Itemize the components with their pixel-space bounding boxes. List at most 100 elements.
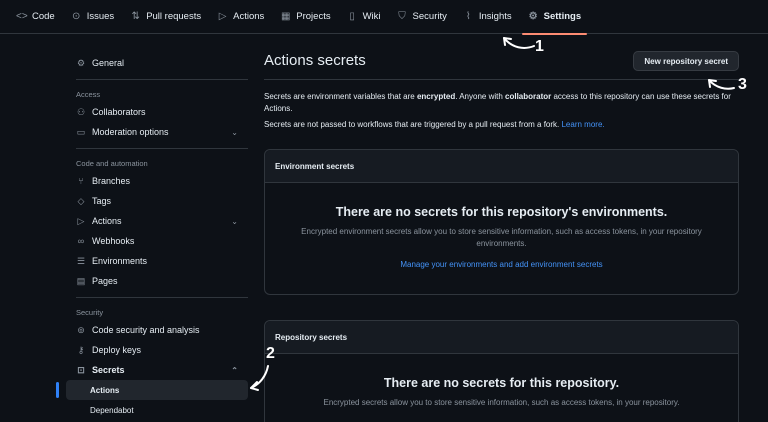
gear-icon: ⚙ bbox=[76, 57, 86, 68]
sidebar-item-moderation[interactable]: ▭ Moderation options ⌄ bbox=[66, 122, 248, 142]
annotation-arrow-2 bbox=[250, 365, 269, 391]
sidebar-item-label: Secrets bbox=[92, 365, 125, 375]
sidebar-item-collaborators[interactable]: ⚇ Collaborators bbox=[66, 102, 248, 122]
tab-projects[interactable]: ▦ Projects bbox=[272, 0, 338, 34]
chevron-down-icon[interactable]: ⌄ bbox=[231, 217, 238, 226]
environment-secrets-box: Environment secrets There are no secrets… bbox=[264, 149, 739, 295]
codescan-icon: ⊚ bbox=[77, 324, 85, 335]
desc-emphasis: encrypted bbox=[416, 92, 456, 101]
wiki-icon: ▯ bbox=[349, 11, 355, 22]
projects-icon: ▦ bbox=[281, 11, 291, 22]
annotation-arrow-1 bbox=[503, 37, 535, 49]
tab-code[interactable]: <> Code bbox=[8, 0, 63, 34]
sidebar-item-branches[interactable]: ⑂ Branches bbox=[66, 171, 248, 191]
sidebar-subitem-label: Actions bbox=[90, 385, 120, 395]
divider bbox=[76, 148, 248, 149]
divider bbox=[76, 297, 248, 298]
webhook-icon: ∞ bbox=[77, 236, 85, 246]
annotation-number-1: 1 bbox=[535, 38, 544, 55]
sidebar-item-pages[interactable]: ▤ Pages bbox=[66, 271, 248, 291]
main-content: Actions secrets New repository secret Se… bbox=[264, 50, 739, 422]
tab-wiki[interactable]: ▯ Wiki bbox=[339, 0, 389, 34]
tab-actions[interactable]: ▷ Actions bbox=[209, 0, 272, 34]
description: Secrets are environment variables that a… bbox=[264, 91, 734, 114]
code-icon: <> bbox=[16, 11, 28, 22]
browser-icon: ▤ bbox=[76, 275, 86, 286]
empty-state-text: Encrypted environment secrets allow you … bbox=[301, 227, 702, 248]
divider bbox=[264, 79, 739, 80]
sidebar-item-label: Branches bbox=[92, 176, 131, 186]
sidebar-heading-security: Security bbox=[76, 307, 104, 317]
sidebar-item-code-security[interactable]: ⊚ Code security and analysis bbox=[66, 320, 248, 340]
sidebar-item-label: Collaborators bbox=[92, 107, 146, 117]
annotation-number-3: 3 bbox=[738, 76, 747, 93]
settings-sidebar: ⚙ General Access ⚇ Collaborators ▭ Moder… bbox=[56, 50, 248, 420]
annotation-arrow-3 bbox=[708, 79, 735, 90]
sidebar-heading-access: Access bbox=[76, 89, 101, 99]
sidebar-item-label: Pages bbox=[92, 276, 118, 286]
tab-insights[interactable]: ⌇ Insights bbox=[455, 0, 520, 34]
sidebar-heading-code: Code and automation bbox=[76, 158, 148, 168]
tab-label: Insights bbox=[478, 11, 512, 22]
tab-label: Projects bbox=[296, 11, 331, 22]
insights-icon: ⌇ bbox=[465, 11, 471, 22]
learn-more-link[interactable]: Learn more. bbox=[561, 120, 604, 129]
people-icon: ⚇ bbox=[76, 106, 86, 117]
tab-label: Settings bbox=[543, 11, 582, 22]
chevron-up-icon[interactable]: ⌃ bbox=[231, 366, 238, 375]
sidebar-item-label: Code security and analysis bbox=[92, 325, 200, 335]
sidebar-item-secrets[interactable]: ⊡ Secrets ⌃ bbox=[66, 360, 248, 380]
new-repository-secret-button[interactable]: New repository secret bbox=[633, 51, 739, 71]
sidebar-item-label: Environments bbox=[92, 256, 148, 266]
repository-secrets-empty: There are no secrets for this repository… bbox=[265, 354, 738, 409]
sidebar-item-label: Actions bbox=[92, 216, 122, 226]
chevron-down-icon[interactable]: ⌄ bbox=[231, 128, 238, 137]
repository-secrets-box: Repository secrets There are no secrets … bbox=[264, 320, 739, 422]
tab-pull-requests[interactable]: ⇅ Pull requests bbox=[122, 0, 209, 34]
sidebar-item-deploy-keys[interactable]: ⚷ Deploy keys bbox=[66, 340, 248, 360]
sidebar-subitem-dependabot[interactable]: Dependabot bbox=[66, 400, 248, 420]
sidebar-item-label: Deploy keys bbox=[92, 345, 142, 355]
tab-issues[interactable]: ⊙ Issues bbox=[63, 0, 122, 34]
tab-security[interactable]: ⛉ Security bbox=[389, 0, 455, 34]
sidebar-item-environments[interactable]: ☰ Environments bbox=[66, 251, 248, 271]
tab-label: Issues bbox=[86, 11, 115, 22]
empty-state-heading: There are no secrets for this repository… bbox=[383, 376, 620, 390]
sidebar-item-label: Moderation options bbox=[92, 127, 169, 137]
tab-label: Actions bbox=[233, 11, 265, 22]
tab-settings[interactable]: ⚙ Settings bbox=[520, 0, 589, 35]
actions-icon: ▷ bbox=[218, 11, 227, 22]
play-icon: ▷ bbox=[77, 215, 85, 226]
branch-icon: ⑂ bbox=[78, 176, 84, 186]
empty-state-text: Encrypted secrets allow you to store sen… bbox=[323, 398, 680, 407]
issues-icon: ⊙ bbox=[72, 11, 81, 22]
sidebar-subitem-actions[interactable]: Actions bbox=[56, 380, 248, 400]
sidebar-item-general[interactable]: ⚙ General bbox=[66, 53, 248, 73]
repo-nav: <> Code ⊙ Issues ⇅ Pull requests ▷ Actio… bbox=[0, 0, 768, 35]
server-icon: ☰ bbox=[76, 255, 86, 266]
sidebar-item-tags[interactable]: ◇ Tags bbox=[66, 191, 248, 211]
key-icon: ⚷ bbox=[77, 344, 85, 355]
fork-note: Secrets are not passed to workflows that… bbox=[264, 120, 739, 129]
desc-text: . Anyone with bbox=[455, 92, 506, 101]
environment-secrets-empty: There are no secrets for this repository… bbox=[265, 183, 738, 269]
sidebar-item-actions[interactable]: ▷ Actions ⌄ bbox=[66, 211, 248, 231]
comment-icon: ▭ bbox=[76, 126, 86, 137]
tab-label: Code bbox=[32, 11, 55, 22]
annotation-number-2: 2 bbox=[266, 345, 275, 362]
empty-state-heading: There are no secrets for this repository… bbox=[335, 205, 668, 219]
security-icon: ⛉ bbox=[398, 11, 406, 22]
tab-label: Security bbox=[412, 11, 447, 22]
sidebar-item-webhooks[interactable]: ∞ Webhooks bbox=[66, 231, 248, 251]
sidebar-item-label: General bbox=[92, 58, 125, 68]
sidebar-item-label: Webhooks bbox=[92, 236, 135, 246]
tab-label: Wiki bbox=[362, 11, 381, 22]
tab-label: Pull requests bbox=[146, 11, 202, 22]
tag-icon: ◇ bbox=[77, 195, 85, 206]
divider bbox=[76, 79, 248, 80]
key-asterisk-icon: ⊡ bbox=[77, 364, 85, 375]
manage-environments-link[interactable]: Manage your environments and add environ… bbox=[265, 260, 738, 269]
sidebar-item-label: Tags bbox=[92, 196, 112, 206]
pull-request-icon: ⇅ bbox=[131, 11, 140, 22]
environment-secrets-header: Environment secrets bbox=[265, 150, 738, 183]
